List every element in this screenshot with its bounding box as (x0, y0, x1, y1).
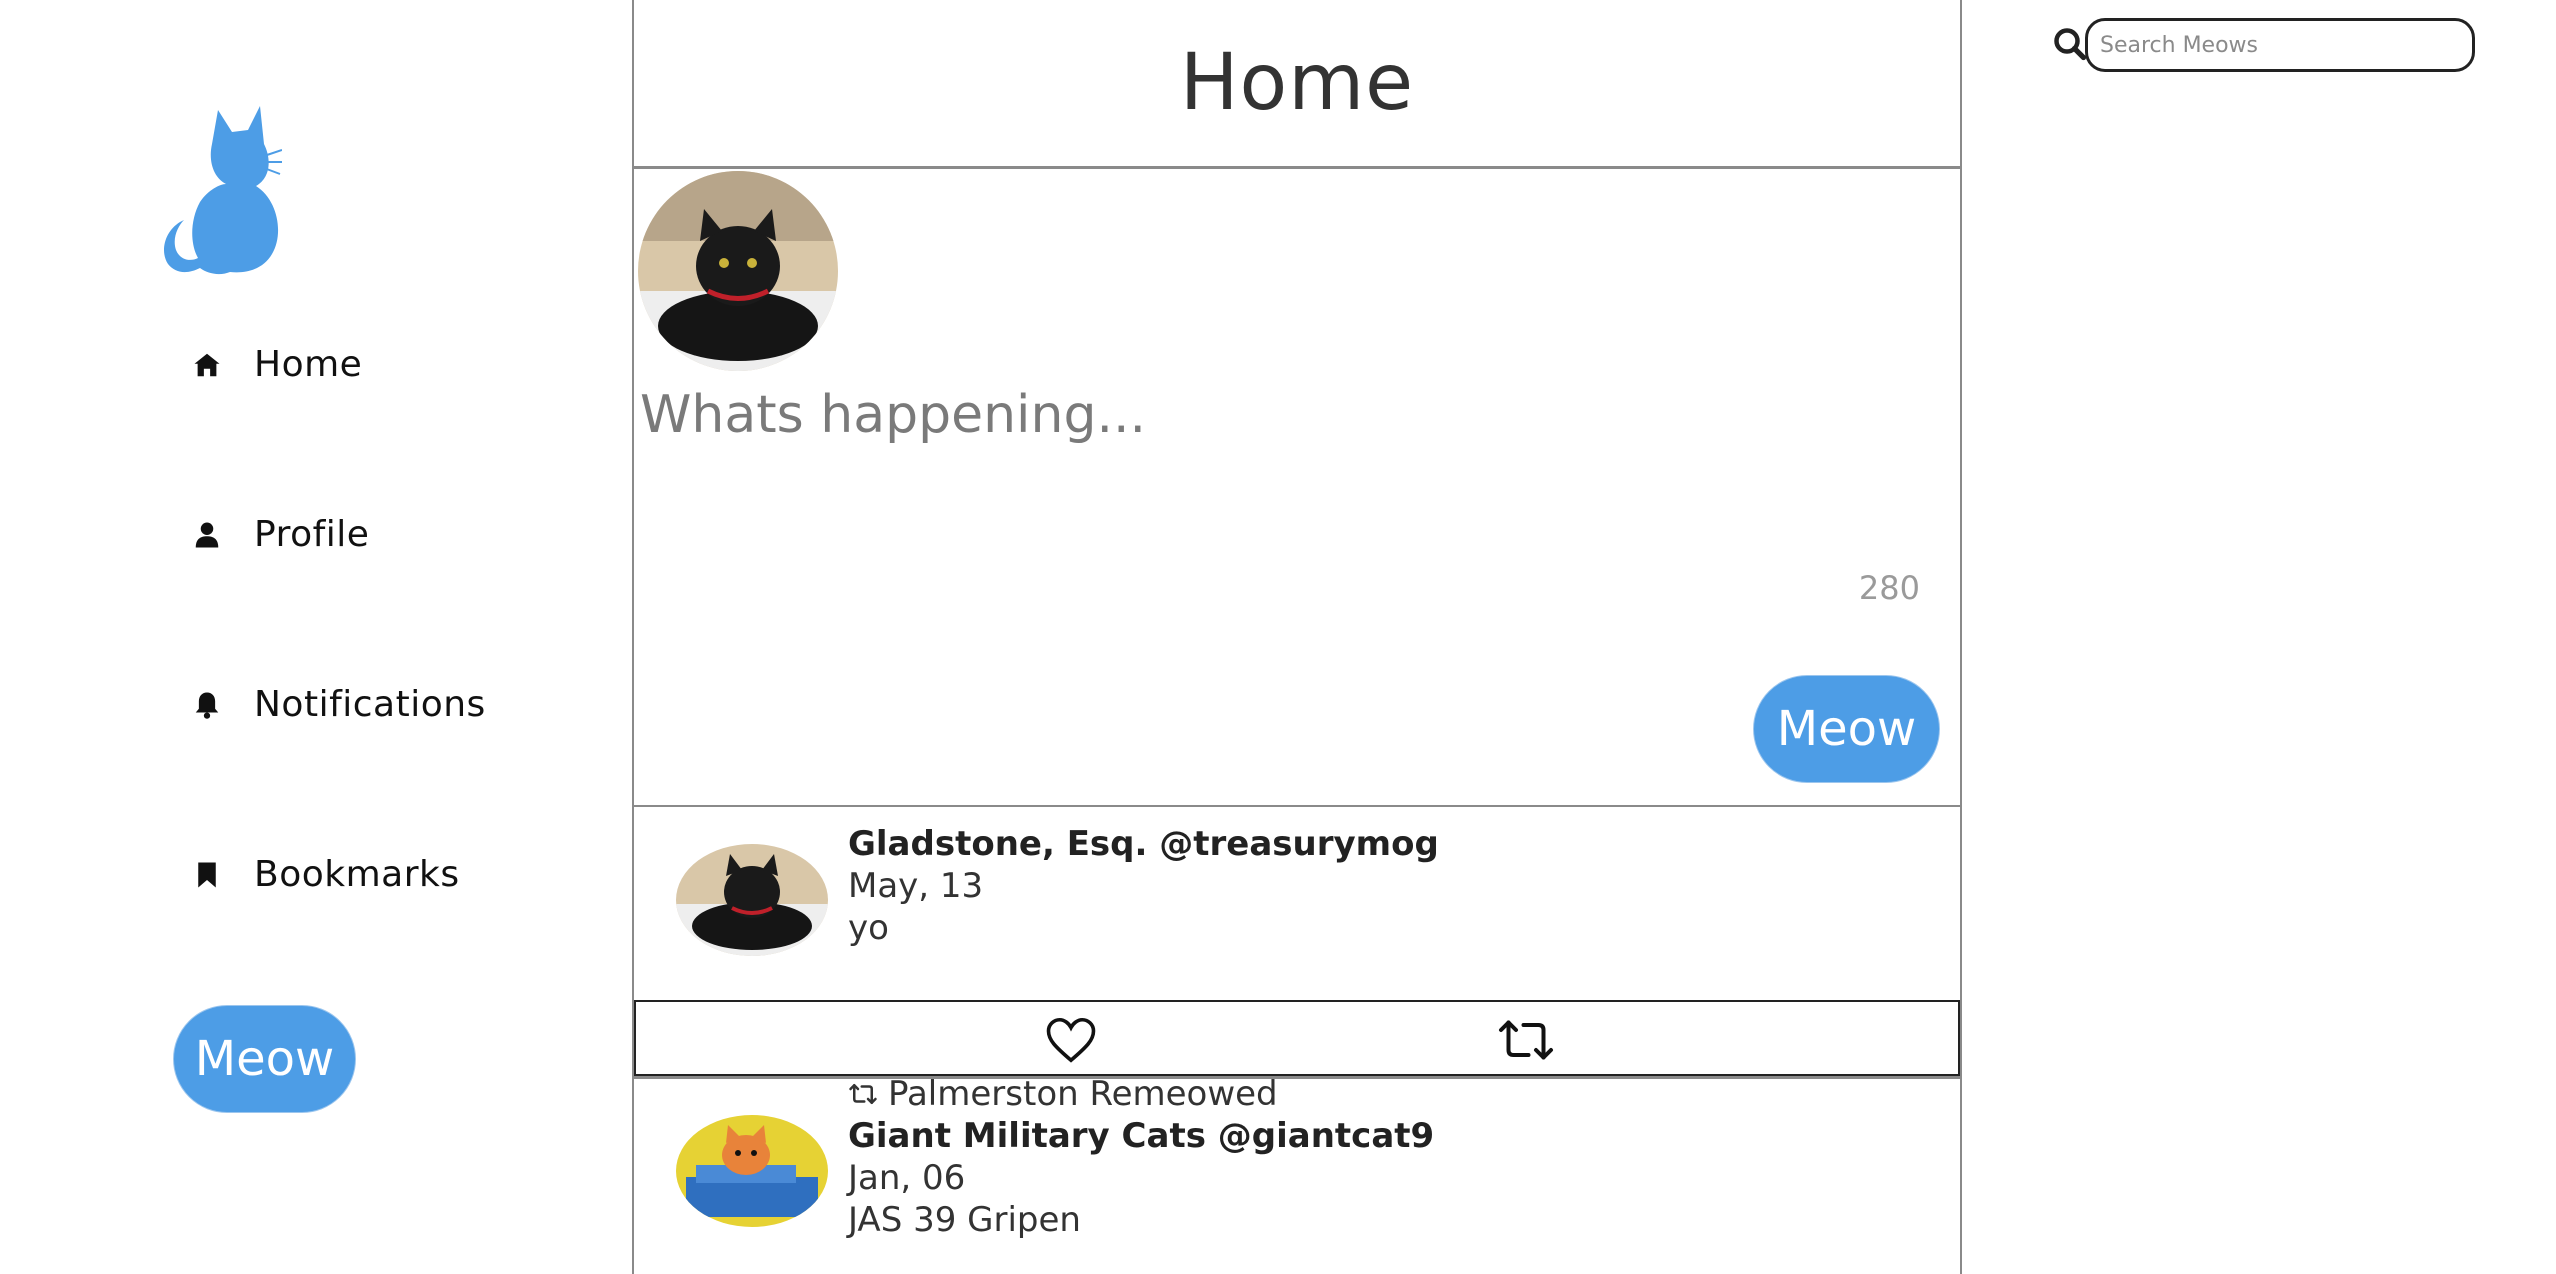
remeow-icon (849, 1084, 877, 1104)
sidebar-item-label: Bookmarks (254, 854, 460, 895)
remeow-indicator: Palmerston Remeowed (848, 1074, 1434, 1114)
bookmark-icon (190, 858, 224, 892)
cat-logo[interactable] (160, 104, 283, 278)
post-content: Palmerston Remeowed Giant Military Cats … (848, 1074, 1434, 1240)
remeow-icon[interactable] (1496, 1010, 1556, 1070)
post-author[interactable]: Gladstone, Esq. @treasurymog (848, 824, 1439, 864)
avatar[interactable] (638, 171, 838, 371)
sidebar-item-label: Home (254, 344, 363, 385)
post-date: Jan, 06 (848, 1158, 966, 1198)
avatar[interactable] (676, 844, 828, 956)
sidebar-item-notifications[interactable]: Notifications (190, 684, 486, 725)
post-content: Gladstone, Esq. @treasurymog May, 13 yo (848, 824, 1439, 948)
sidebar-item-profile[interactable]: Profile (190, 514, 369, 555)
compose-meow-button[interactable]: Meow (1753, 675, 1940, 783)
post-body: yo (848, 908, 889, 948)
main-feed-column: Home 280 Meow (632, 0, 1962, 1274)
feed-post[interactable]: Palmerston Remeowed Giant Military Cats … (634, 1074, 1960, 1274)
post-body: JAS 39 Gripen (848, 1200, 1081, 1240)
search-icon[interactable] (2052, 26, 2088, 62)
post-actions-bar (634, 1000, 1960, 1076)
feed-post[interactable]: Gladstone, Esq. @treasurymog May, 13 yo (634, 808, 1960, 1000)
search-input[interactable] (2085, 18, 2475, 72)
post-date: May, 13 (848, 866, 984, 906)
sidebar-meow-button[interactable]: Meow (173, 1005, 356, 1113)
compose-box: 280 Meow (634, 169, 1960, 807)
sidebar-item-label: Profile (254, 514, 370, 555)
compose-input[interactable] (640, 385, 1740, 565)
bell-icon (190, 688, 224, 722)
character-count: 280 (1858, 569, 1920, 607)
sidebar-item-home[interactable]: Home (190, 344, 362, 385)
sidebar-item-label: Notifications (254, 684, 486, 725)
page-header: Home (634, 0, 1960, 169)
heart-icon[interactable] (1041, 1010, 1101, 1070)
avatar[interactable] (676, 1115, 828, 1227)
user-icon (190, 518, 224, 552)
sidebar-item-bookmarks[interactable]: Bookmarks (190, 854, 460, 895)
page-title: Home (1179, 38, 1415, 128)
home-icon (190, 348, 224, 382)
post-author[interactable]: Giant Military Cats @giantcat9 (848, 1116, 1434, 1156)
remeowed-by-label: Palmerston Remeowed (888, 1074, 1278, 1114)
